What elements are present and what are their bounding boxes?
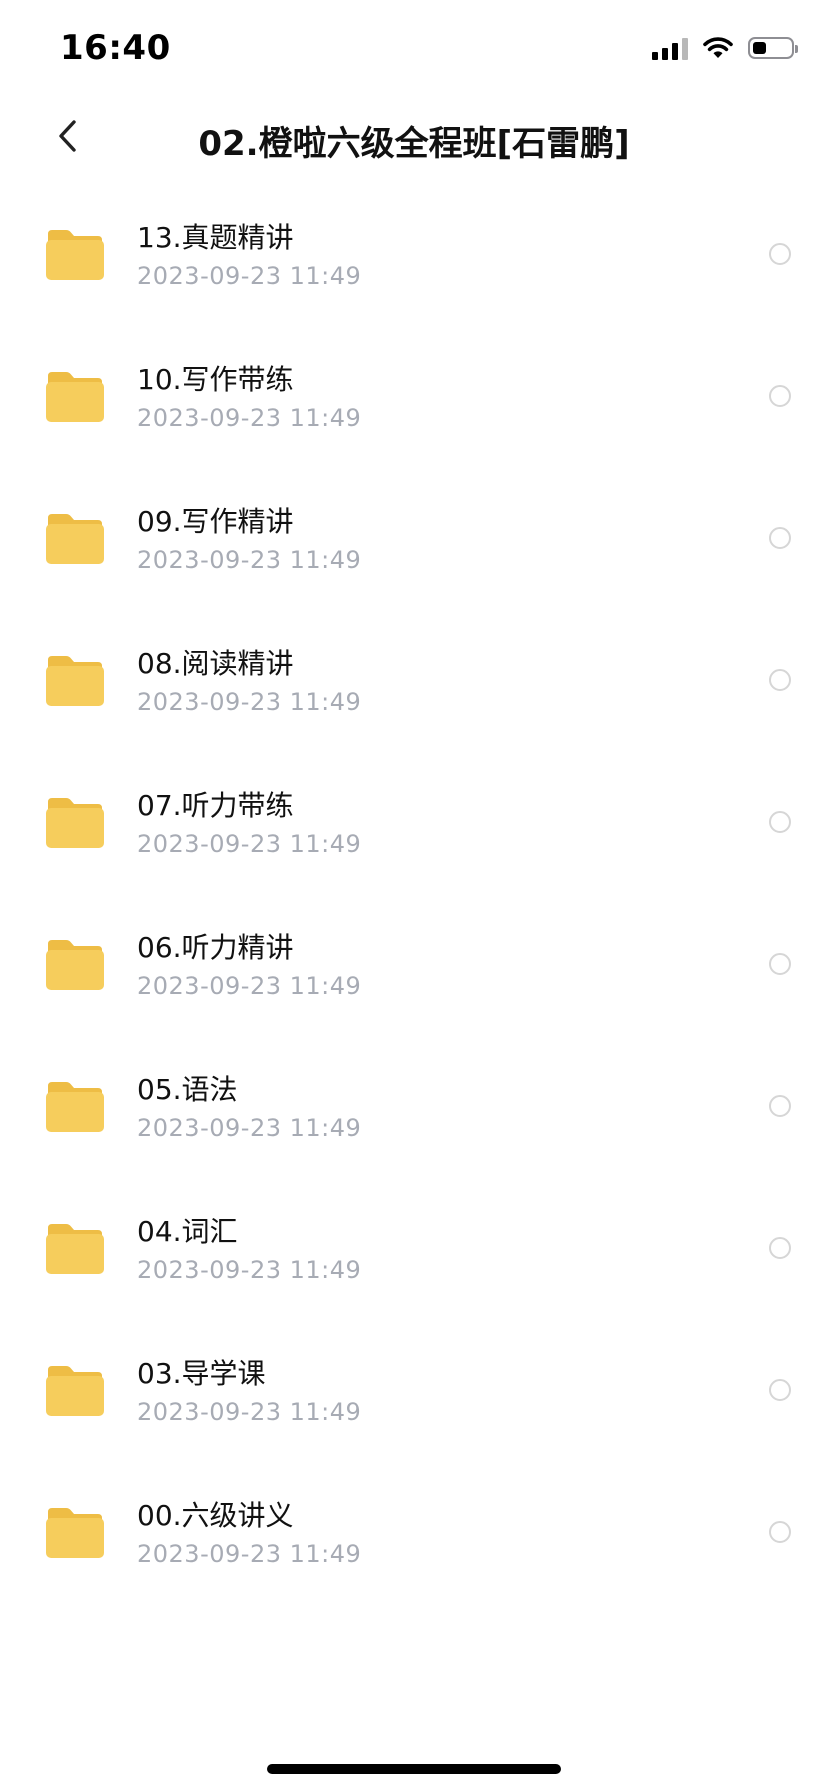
folder-date: 2023-09-23 11:49 bbox=[137, 1398, 362, 1426]
folder-name: 13.真题精讲 bbox=[137, 221, 294, 254]
folder-icon bbox=[46, 230, 104, 280]
cellular-signal-icon bbox=[652, 36, 688, 60]
folder-icon bbox=[46, 514, 104, 564]
status-bar: 16:40 bbox=[0, 0, 828, 100]
folder-list: 13.真题精讲 2023-09-23 11:49 10.写作带练 2023-09… bbox=[0, 182, 828, 1602]
folder-row[interactable]: 13.真题精讲 2023-09-23 11:49 bbox=[0, 182, 828, 324]
folder-name: 08.阅读精讲 bbox=[137, 647, 294, 680]
folder-name: 00.六级讲义 bbox=[137, 1499, 294, 1532]
select-radio[interactable] bbox=[769, 1237, 791, 1259]
folder-icon bbox=[46, 1224, 104, 1274]
folder-row[interactable]: 03.导学课 2023-09-23 11:49 bbox=[0, 1318, 828, 1460]
folder-row[interactable]: 07.听力带练 2023-09-23 11:49 bbox=[0, 750, 828, 892]
folder-date: 2023-09-23 11:49 bbox=[137, 1256, 362, 1284]
select-radio[interactable] bbox=[769, 385, 791, 407]
select-radio[interactable] bbox=[769, 669, 791, 691]
folder-icon bbox=[46, 1082, 104, 1132]
folder-date: 2023-09-23 11:49 bbox=[137, 404, 362, 432]
folder-icon bbox=[46, 656, 104, 706]
screen: 16:40 02.橙啦六级全程班[石雷鹏] 13.真题精讲 2023-09-23… bbox=[0, 0, 828, 1792]
home-indicator[interactable] bbox=[267, 1764, 561, 1774]
folder-row[interactable]: 09.写作精讲 2023-09-23 11:49 bbox=[0, 466, 828, 608]
select-radio[interactable] bbox=[769, 527, 791, 549]
folder-name: 03.导学课 bbox=[137, 1357, 266, 1390]
wifi-icon bbox=[703, 37, 733, 58]
folder-row[interactable]: 08.阅读精讲 2023-09-23 11:49 bbox=[0, 608, 828, 750]
battery-icon bbox=[748, 37, 798, 59]
folder-date: 2023-09-23 11:49 bbox=[137, 688, 362, 716]
page-title: 02.橙啦六级全程班[石雷鹏] bbox=[198, 124, 630, 164]
folder-date: 2023-09-23 11:49 bbox=[137, 830, 362, 858]
folder-row[interactable]: 10.写作带练 2023-09-23 11:49 bbox=[0, 324, 828, 466]
folder-name: 05.语法 bbox=[137, 1073, 238, 1106]
folder-date: 2023-09-23 11:49 bbox=[137, 1114, 362, 1142]
folder-icon bbox=[46, 1366, 104, 1416]
select-radio[interactable] bbox=[769, 953, 791, 975]
battery-level bbox=[753, 42, 766, 54]
folder-date: 2023-09-23 11:49 bbox=[137, 972, 362, 1000]
folder-row[interactable]: 00.六级讲义 2023-09-23 11:49 bbox=[0, 1460, 828, 1602]
folder-icon bbox=[46, 1508, 104, 1558]
select-radio[interactable] bbox=[769, 1095, 791, 1117]
folder-date: 2023-09-23 11:49 bbox=[137, 1540, 362, 1568]
navigation-bar: 02.橙啦六级全程班[石雷鹏] bbox=[0, 100, 828, 182]
folder-row[interactable]: 04.词汇 2023-09-23 11:49 bbox=[0, 1176, 828, 1318]
folder-date: 2023-09-23 11:49 bbox=[137, 262, 362, 290]
status-icons bbox=[652, 36, 798, 60]
folder-name: 10.写作带练 bbox=[137, 363, 294, 396]
status-time: 16:40 bbox=[60, 28, 171, 68]
folder-icon bbox=[46, 798, 104, 848]
folder-name: 09.写作精讲 bbox=[137, 505, 294, 538]
folder-name: 07.听力带练 bbox=[137, 789, 294, 822]
folder-name: 04.词汇 bbox=[137, 1215, 238, 1248]
select-radio[interactable] bbox=[769, 1521, 791, 1543]
folder-row[interactable]: 05.语法 2023-09-23 11:49 bbox=[0, 1034, 828, 1176]
folder-icon bbox=[46, 372, 104, 422]
folder-row[interactable]: 06.听力精讲 2023-09-23 11:49 bbox=[0, 892, 828, 1034]
select-radio[interactable] bbox=[769, 811, 791, 833]
select-radio[interactable] bbox=[769, 243, 791, 265]
select-radio[interactable] bbox=[769, 1379, 791, 1401]
folder-icon bbox=[46, 940, 104, 990]
folder-name: 06.听力精讲 bbox=[137, 931, 294, 964]
folder-date: 2023-09-23 11:49 bbox=[137, 546, 362, 574]
